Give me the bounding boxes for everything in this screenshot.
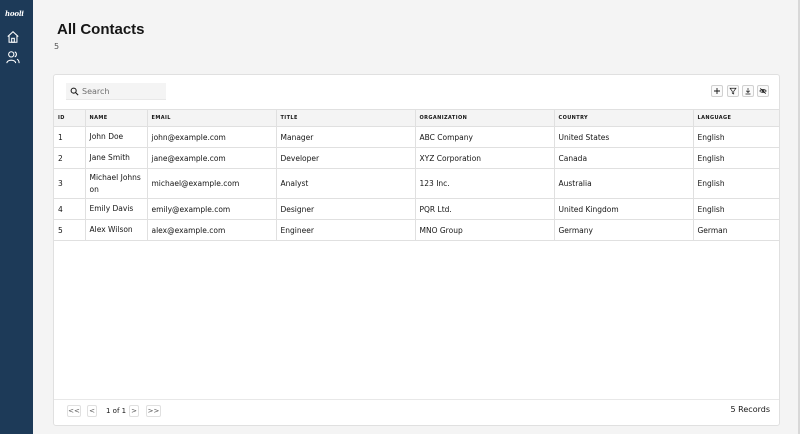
column-header-organization[interactable]: ORGANIZATION xyxy=(415,109,555,127)
column-header-name[interactable]: NAME xyxy=(85,109,148,127)
cell-country: United States xyxy=(554,126,694,148)
cell-name: Michael Johnson xyxy=(85,168,148,199)
next-page-button[interactable]: > xyxy=(129,405,139,417)
search-icon xyxy=(70,87,79,96)
page-title: All Contacts xyxy=(57,21,145,38)
cell-language: English xyxy=(693,147,779,169)
cell-name: John Doe xyxy=(85,126,148,148)
hide-columns-icon xyxy=(759,88,767,94)
filter-button[interactable] xyxy=(727,85,739,97)
first-page-button[interactable]: << xyxy=(67,405,81,417)
table-row[interactable]: 2 Jane Smith jane@example.com Developer … xyxy=(54,147,779,169)
add-button[interactable] xyxy=(711,85,723,97)
cell-language: German xyxy=(693,219,779,241)
cell-id: 3 xyxy=(54,168,86,199)
cell-name: Alex Wilson xyxy=(85,219,148,241)
cell-title: Designer xyxy=(276,198,416,220)
records-count: 5 Records xyxy=(730,405,770,414)
home-icon[interactable] xyxy=(6,30,20,44)
add-icon xyxy=(714,88,720,94)
column-header-email[interactable]: EMAIL xyxy=(147,109,277,127)
cell-email: john@example.com xyxy=(147,126,277,148)
page-info: 1 of 1 xyxy=(106,407,127,415)
search-box[interactable] xyxy=(66,83,166,100)
cell-email: michael@example.com xyxy=(147,168,277,199)
cell-organization: MNO Group xyxy=(415,219,555,241)
cell-title: Engineer xyxy=(276,219,416,241)
pagination-divider xyxy=(54,399,779,400)
hide-columns-button[interactable] xyxy=(757,85,769,97)
table-row[interactable]: 1 John Doe john@example.com Manager ABC … xyxy=(54,126,779,148)
cell-country: United Kingdom xyxy=(554,198,694,220)
previous-page-button[interactable]: < xyxy=(87,405,97,417)
cell-organization: ABC Company xyxy=(415,126,555,148)
download-icon xyxy=(745,88,751,95)
cell-organization: XYZ Corporation xyxy=(415,147,555,169)
cell-organization: PQR Ltd. xyxy=(415,198,555,220)
cell-name: Emily Davis xyxy=(85,198,148,220)
search-input[interactable] xyxy=(82,86,162,96)
cell-country: Australia xyxy=(554,168,694,199)
cell-id: 2 xyxy=(54,147,86,169)
cell-email: alex@example.com xyxy=(147,219,277,241)
cell-id: 5 xyxy=(54,219,86,241)
column-header-id[interactable]: ID xyxy=(54,109,86,127)
cell-name: Jane Smith xyxy=(85,147,148,169)
cell-title: Developer xyxy=(276,147,416,169)
cell-country: Canada xyxy=(554,147,694,169)
column-header-title[interactable]: TITLE xyxy=(276,109,416,127)
last-page-button[interactable]: >> xyxy=(146,405,161,417)
contacts-count: 5 xyxy=(54,42,60,51)
table-header-row: ID NAME EMAIL TITLE ORGANIZATION COUNTRY… xyxy=(54,109,779,127)
cell-language: English xyxy=(693,126,779,148)
cell-email: emily@example.com xyxy=(147,198,277,220)
cell-organization: 123 Inc. xyxy=(415,168,555,199)
hooli-logo: hooli xyxy=(5,9,24,18)
cell-title: Analyst xyxy=(276,168,416,199)
cell-id: 1 xyxy=(54,126,86,148)
sidebar: hooli xyxy=(0,0,33,434)
cell-id: 4 xyxy=(54,198,86,220)
cell-email: jane@example.com xyxy=(147,147,277,169)
cell-title: Manager xyxy=(276,126,416,148)
contacts-card: ID NAME EMAIL TITLE ORGANIZATION COUNTRY… xyxy=(53,74,780,426)
column-header-language[interactable]: LANGUAGE xyxy=(693,109,779,127)
users-icon[interactable] xyxy=(6,50,20,64)
table-row[interactable]: 5 Alex Wilson alex@example.com Engineer … xyxy=(54,219,779,241)
download-button[interactable] xyxy=(742,85,754,97)
column-header-country[interactable]: COUNTRY xyxy=(554,109,694,127)
table-row[interactable]: 3 Michael Johnson michael@example.com An… xyxy=(54,168,779,199)
cell-country: Germany xyxy=(554,219,694,241)
cell-language: English xyxy=(693,168,779,199)
filter-icon xyxy=(729,87,737,95)
contacts-table: ID NAME EMAIL TITLE ORGANIZATION COUNTRY… xyxy=(54,109,779,241)
cell-language: English xyxy=(693,198,779,220)
table-row[interactable]: 4 Emily Davis emily@example.com Designer… xyxy=(54,198,779,220)
